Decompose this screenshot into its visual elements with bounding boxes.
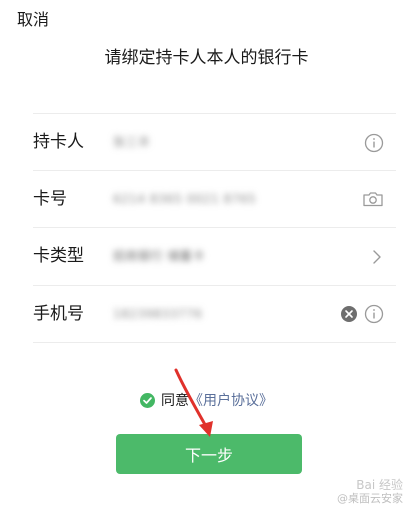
camera-icon[interactable]: [362, 189, 384, 209]
next-step-button[interactable]: 下一步: [116, 434, 302, 474]
watermark-author: @桌面云安家: [337, 492, 403, 505]
info-icon[interactable]: [364, 304, 384, 324]
phone-field[interactable]: 18239833776: [113, 286, 202, 343]
watermark-logo: Bai 经验: [356, 478, 403, 492]
info-icon[interactable]: [364, 133, 384, 153]
cardholder-label: 持卡人: [33, 132, 84, 152]
card-type-field[interactable]: 招商银行 储蓄卡: [113, 228, 205, 285]
user-agreement-link[interactable]: 《用户协议》: [189, 390, 273, 410]
agreement-text: 同意: [161, 393, 189, 409]
phone-label: 手机号: [33, 303, 84, 324]
cardholder-field[interactable]: 张三丰: [113, 114, 151, 171]
card-number-field[interactable]: 6214 8365 0021 8765: [113, 171, 256, 228]
card-type-label: 卡类型: [33, 246, 84, 266]
agreement-checkbox[interactable]: [140, 392, 155, 408]
card-number-row[interactable]: 卡号 6214 8365 0021 8765: [33, 171, 396, 228]
bank-card-form: 持卡人 张三丰 卡号 6214 8365 0021 8765 卡类型 招商银行 …: [33, 113, 396, 343]
page-title: 请绑定持卡人本人的银行卡: [104, 48, 309, 68]
card-type-row[interactable]: 卡类型 招商银行 储蓄卡: [33, 228, 396, 286]
check-icon: [143, 396, 152, 404]
clear-icon[interactable]: [340, 305, 358, 323]
phone-row[interactable]: 手机号 18239833776: [33, 286, 396, 343]
card-number-label: 卡号: [33, 188, 67, 209]
watermark: Bai 经验 @桌面云安家: [337, 478, 403, 506]
cancel-button[interactable]: 取消: [17, 6, 49, 30]
cardholder-row[interactable]: 持卡人 张三丰: [33, 113, 396, 171]
chevron-right-icon[interactable]: [370, 248, 384, 266]
agreement: 同意 《用户协议》: [0, 390, 413, 410]
